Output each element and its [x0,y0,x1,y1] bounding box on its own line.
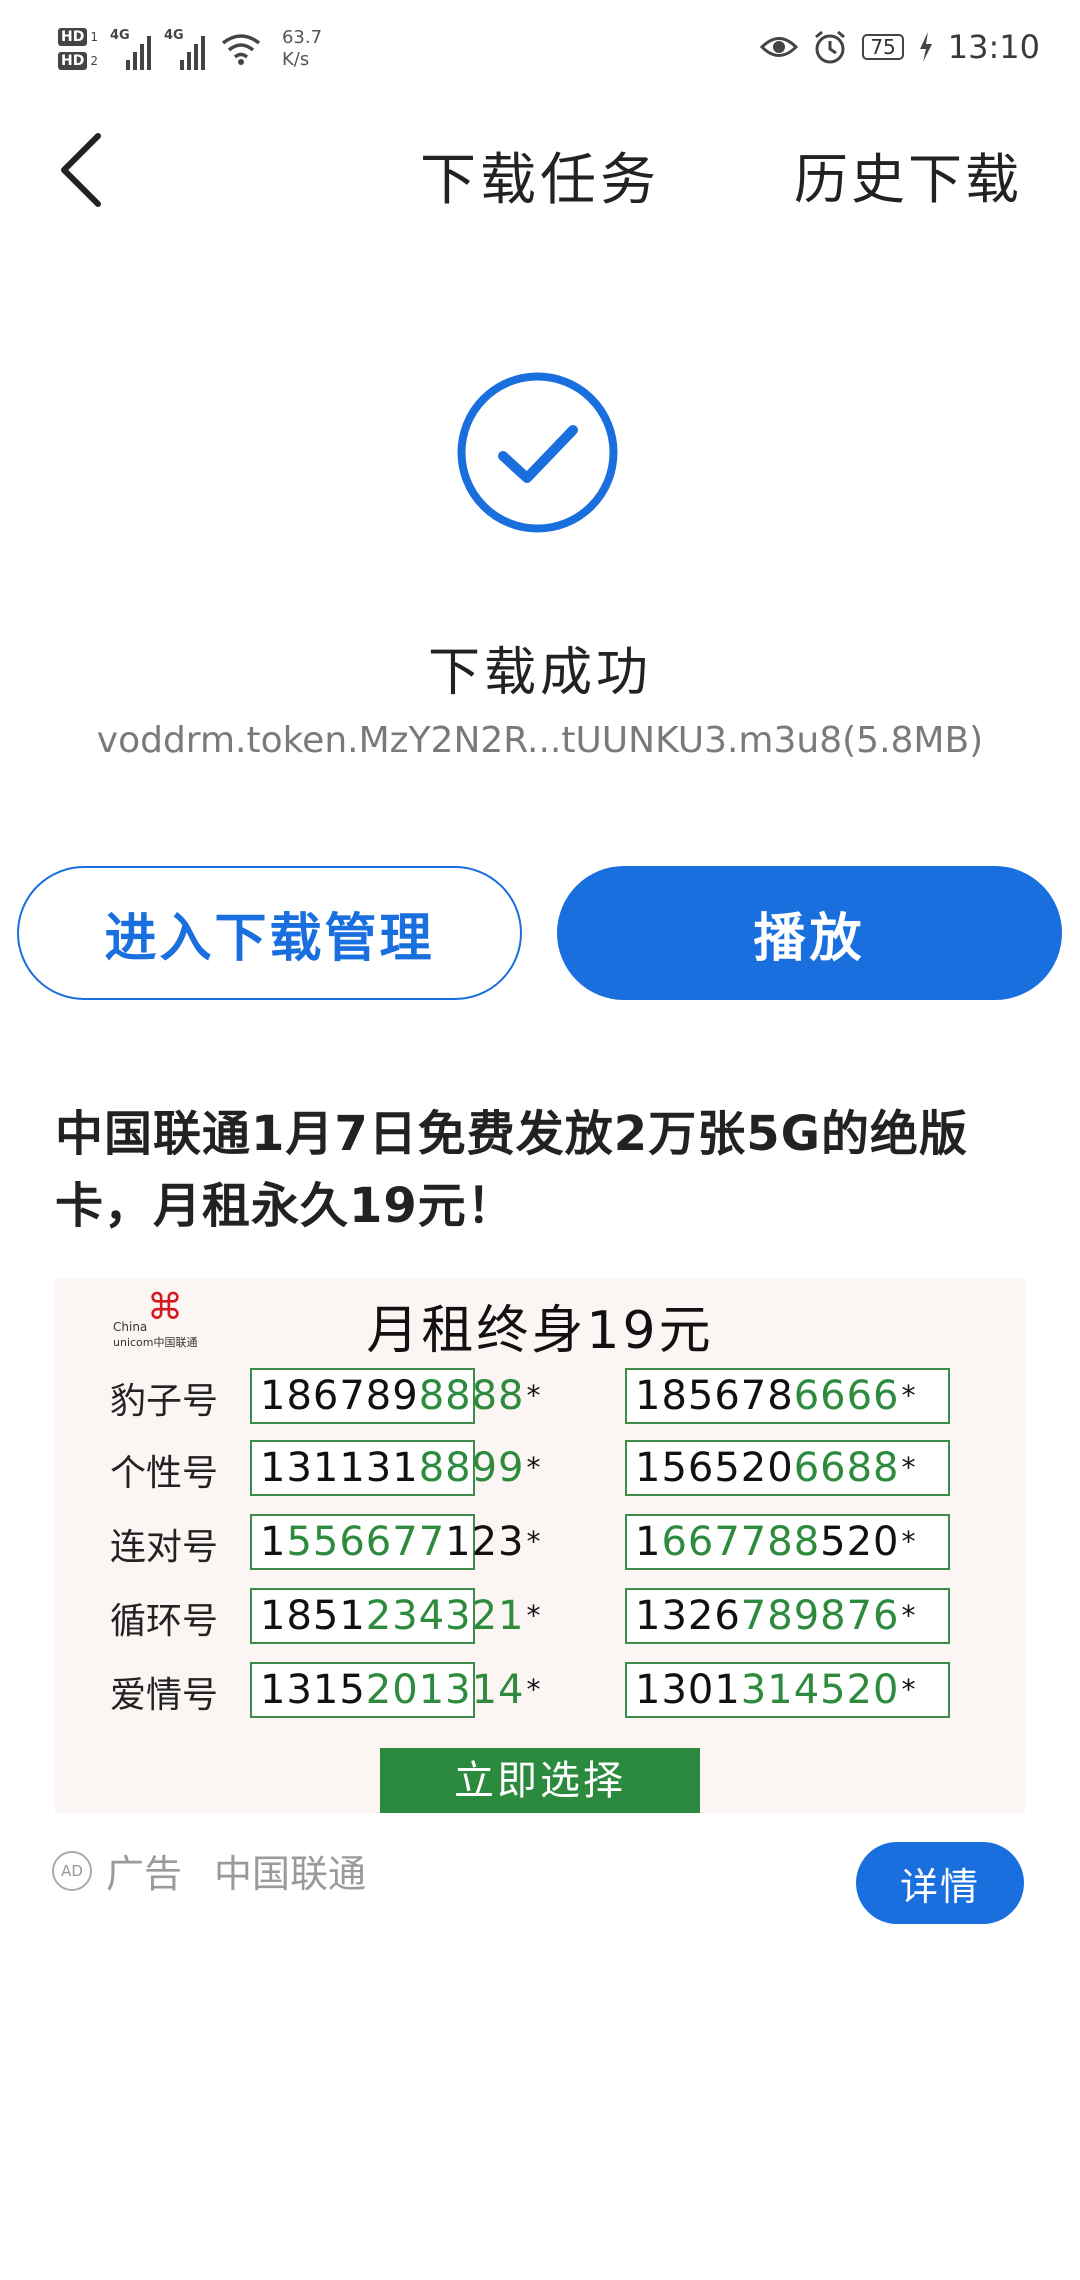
row-label: 豹子号 [110,1381,219,1422]
charging-icon [919,32,932,62]
phone-number-box: 1867898888* [250,1368,541,1424]
success-check-icon [457,372,618,533]
play-button[interactable]: 播放 [557,866,1062,1000]
hd-indicators: HD 1 HD 2 [58,28,98,70]
phone-number-box: 1565206688* [625,1440,950,1496]
signal-icon-2: 4G [163,28,206,70]
hd2-label: HD [58,52,88,70]
success-title: 下载成功 [427,643,652,703]
phone-number-box: 1667788520* [625,1514,950,1570]
ad-image[interactable]: ⌘ China unicom中国联通 月租终身19元 豹子号 186789888… [55,1278,1025,1813]
number-row: 循环号 1851234321* 1326789876* [55,1588,1025,1648]
speed-unit: K/s [281,49,310,70]
history-download-link[interactable]: 历史下载 [794,135,1022,214]
ad-headline[interactable]: 中国联通1月7日免费发放2万张5G的绝版卡，月租永久19元！ [55,1098,1035,1242]
battery-icon: 75 [862,34,904,60]
ad-image-heading: 月租终身19元 [366,1301,714,1361]
alarm-icon [815,30,846,64]
phone-number-box: 1851234321* [250,1588,541,1644]
clock-time: 13:10 [947,28,1040,66]
signal-icon: 4G [109,28,152,70]
phone-number-box: 1326789876* [625,1588,950,1644]
row-label: 个性号 [110,1453,219,1494]
top-nav-bar: 下载任务 历史下载 [0,105,1080,235]
status-right: 75 13:10 [760,22,1040,72]
phone-number-box: 1856786666* [625,1368,950,1424]
ad-label: 广告 [106,1852,183,1896]
speed-value: 63.7 [281,27,323,48]
sig2-tag: 4G [163,28,184,43]
number-row: 个性号 1311318899* 1565206688* [55,1440,1025,1500]
row-label: 爱情号 [110,1675,219,1716]
row-label: 连对号 [110,1527,219,1568]
ad-badge-icon: AD [52,1850,92,1891]
hd1-label: HD [58,28,88,46]
hd1-sub: 1 [90,30,98,44]
sig1-tag: 4G [109,28,130,43]
select-now-button[interactable]: 立即选择 [380,1748,700,1813]
download-task-page: HD 1 HD 2 4G 4G 63.7 K/s 75 13:10 下载任务 历… [0,0,1080,2280]
phone-number-box: 1311318899* [250,1440,541,1496]
wifi-icon [221,34,261,65]
hd2-indicator: HD 2 [58,52,98,70]
phone-number-box: 1315201314* [250,1662,541,1718]
status-bar: HD 1 HD 2 4G 4G 63.7 K/s 75 13:10 [0,0,1080,95]
eye-icon [760,37,799,57]
row-label: 循环号 [110,1601,219,1642]
hd1-indicator: HD 1 [58,28,98,46]
download-manager-button[interactable]: 进入下载管理 [17,866,522,1000]
phone-number-box: 1556677123* [250,1514,541,1570]
hd2-sub: 2 [90,54,98,68]
network-speed: 63.7 K/s [282,27,322,71]
phone-number-box: 1301314520* [625,1662,950,1718]
number-row: 豹子号 1867898888* 1856786666* [55,1368,1025,1428]
ad-footer: AD 广告 中国联通 [52,1843,366,1898]
status-left: HD 1 HD 2 4G 4G 63.7 K/s [58,14,322,84]
ad-advertiser: 中国联通 [214,1852,367,1896]
ad-detail-button[interactable]: 详情 [856,1842,1024,1924]
number-row: 连对号 1556677123* 1667788520* [55,1514,1025,1574]
downloaded-filename: voddrm.token.MzY2N2R...tUUNKU3.m3u8(5.8M… [96,720,984,761]
number-row: 爱情号 1315201314* 1301314520* [55,1662,1025,1722]
